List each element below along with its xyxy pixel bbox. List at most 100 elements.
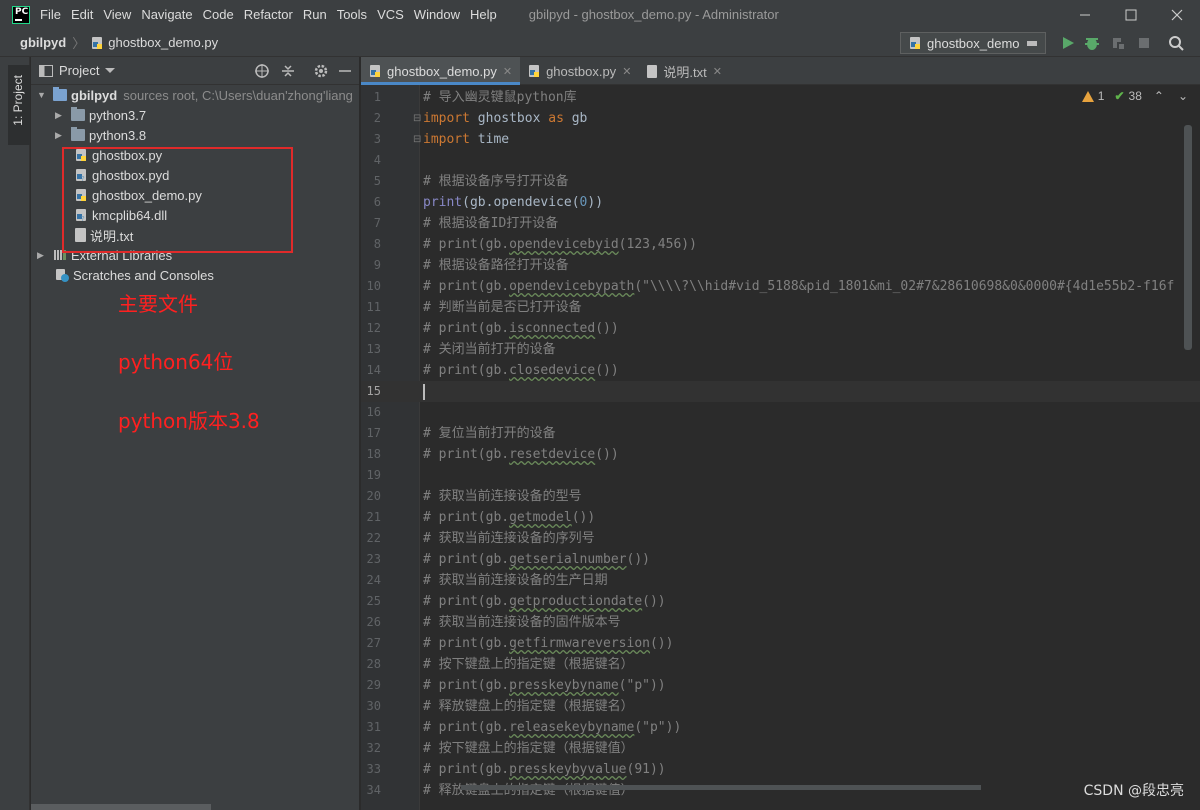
code-line[interactable]: 14 # print(gb.closedevice()) <box>361 360 1200 381</box>
debug-icon[interactable] <box>1084 35 1100 51</box>
hide-panel-icon[interactable] <box>337 63 353 79</box>
code-text <box>423 381 425 402</box>
breadcrumb-file[interactable]: ghostbox_demo.py <box>108 35 218 50</box>
code-line[interactable]: 33 # print(gb.presskeybyvalue(91)) <box>361 759 1200 780</box>
line-number: 3 <box>373 132 381 146</box>
code-line[interactable]: 9 # 根据设备路径打开设备 <box>361 255 1200 276</box>
code-line[interactable]: 4 <box>361 150 1200 171</box>
locate-icon[interactable] <box>254 63 270 79</box>
code-line[interactable]: 24 # 获取当前连接设备的生产日期 <box>361 570 1200 591</box>
menu-tools[interactable]: Tools <box>337 7 367 22</box>
code-line[interactable]: 12 # print(gb.isconnected()) <box>361 318 1200 339</box>
menu-code[interactable]: Code <box>203 7 234 22</box>
code-line[interactable]: 8 # print(gb.opendevicebyid(123,456)) <box>361 234 1200 255</box>
line-number: 28 <box>366 657 381 671</box>
editor-vertical-scrollbar[interactable] <box>1184 125 1192 350</box>
code-text: # 根据设备ID打开设备 <box>423 216 559 231</box>
run-configuration-select[interactable]: ghostbox_demo <box>900 32 1046 54</box>
tree-item-python38[interactable]: ▶ python3.8 <box>55 125 146 145</box>
close-tab-icon[interactable]: ✕ <box>503 65 512 78</box>
code-line[interactable]: 22 # 获取当前连接设备的序列号 <box>361 528 1200 549</box>
code-text: # print(gb.presskeybyvalue(91)) <box>423 762 666 777</box>
stop-icon[interactable] <box>1136 35 1152 51</box>
editor-horizontal-scrollbar[interactable] <box>461 785 981 790</box>
code-line[interactable]: 13 # 关闭当前打开的设备 <box>361 339 1200 360</box>
maximize-button[interactable] <box>1108 0 1154 29</box>
code-line[interactable]: 2 import ghostbox as gb ⊟ <box>361 108 1200 129</box>
inspection-widget[interactable]: 1 ✔ 38 ⌃ ⌄ <box>1081 89 1188 103</box>
minimize-button[interactable] <box>1062 0 1108 29</box>
project-horizontal-scrollbar[interactable] <box>31 804 211 810</box>
line-number: 22 <box>366 531 381 545</box>
line-number: 1 <box>373 90 381 104</box>
menu-refactor[interactable]: Refactor <box>244 7 293 22</box>
tree-item-root[interactable]: ▼ gbilpyd sources root, C:\Users\duan'zh… <box>37 85 353 105</box>
code-editor[interactable]: 1 # 导入幽灵键鼠python库 2 import ghostbox as gb ⊟ 3… <box>361 85 1200 810</box>
code-line[interactable]: 23 # print(gb.getserialnumber()) <box>361 549 1200 570</box>
tree-item-scratches[interactable]: Scratches and Consoles <box>55 265 214 285</box>
chevron-right-icon[interactable]: ▶ <box>55 130 65 141</box>
code-line[interactable]: 15 <box>361 381 1200 402</box>
code-text: # print(gb.isconnected()) <box>423 321 619 336</box>
fold-icon[interactable]: ⊟ <box>413 113 421 124</box>
code-line[interactable]: 5 # 根据设备序号打开设备 <box>361 171 1200 192</box>
close-tab-icon[interactable]: ✕ <box>713 65 722 78</box>
tree-item-python37[interactable]: ▶ python3.7 <box>55 105 146 125</box>
code-line[interactable]: 31 # print(gb.releasekeybyname("p")) <box>361 717 1200 738</box>
run-icon[interactable] <box>1060 35 1076 51</box>
code-line[interactable]: 25 # print(gb.getproductiondate()) <box>361 591 1200 612</box>
collapse-all-icon[interactable] <box>280 63 296 79</box>
code-line[interactable]: 27 # print(gb.getfirmwareversion()) <box>361 633 1200 654</box>
chevron-right-icon[interactable]: ▶ <box>55 110 65 121</box>
menu-run[interactable]: Run <box>303 7 327 22</box>
menu-window[interactable]: Window <box>414 7 460 22</box>
chevron-down-icon[interactable] <box>105 68 116 73</box>
code-line[interactable]: 20 # 获取当前连接设备的型号 <box>361 486 1200 507</box>
menu-file[interactable]: File <box>40 7 61 22</box>
project-tool-tab[interactable]: 1: Project <box>8 65 30 145</box>
code-line[interactable]: 3 import time ⊟ <box>361 129 1200 150</box>
fold-icon[interactable]: ⊟ <box>413 134 421 145</box>
gear-icon[interactable] <box>313 63 329 79</box>
menu-view[interactable]: View <box>103 7 131 22</box>
line-number: 2 <box>373 111 381 125</box>
tab-ghostbox-py[interactable]: ghostbox.py ✕ <box>520 57 639 85</box>
code-line[interactable]: 16 <box>361 402 1200 423</box>
code-line[interactable]: 1 # 导入幽灵键鼠python库 <box>361 87 1200 108</box>
code-line[interactable]: 19 <box>361 465 1200 486</box>
code-line[interactable]: 28 # 按下键盘上的指定键（根据键名） <box>361 654 1200 675</box>
code-line[interactable]: 32 # 按下键盘上的指定键（根据键值） <box>361 738 1200 759</box>
breadcrumb-root[interactable]: gbilpyd <box>20 35 66 50</box>
chevron-down-icon[interactable]: ▼ <box>37 90 47 100</box>
coverage-icon[interactable] <box>1110 35 1126 51</box>
annotation-python-version: python版本3.8 <box>118 409 260 433</box>
chevron-down-icon[interactable]: ⌄ <box>1178 89 1188 103</box>
code-line[interactable]: 21 # print(gb.getmodel()) <box>361 507 1200 528</box>
menu-vcs[interactable]: VCS <box>377 7 404 22</box>
code-line[interactable]: 17 # 复位当前打开的设备 <box>361 423 1200 444</box>
search-icon[interactable] <box>1168 35 1184 51</box>
code-line[interactable]: 18 # print(gb.resetdevice()) <box>361 444 1200 465</box>
code-line[interactable]: 10 # print(gb.opendevicebypath("\\\\?\\hi… <box>361 276 1200 297</box>
close-button[interactable] <box>1154 0 1200 29</box>
window-title: gbilpyd - ghostbox_demo.py - Administrat… <box>528 7 779 22</box>
chevron-right-icon[interactable]: ▶ <box>37 250 47 261</box>
code-line[interactable]: 7 # 根据设备ID打开设备 <box>361 213 1200 234</box>
code-line[interactable]: 11 # 判断当前是否已打开设备 <box>361 297 1200 318</box>
menu-help[interactable]: Help <box>470 7 497 22</box>
chevron-up-icon[interactable]: ⌃ <box>1154 89 1164 103</box>
left-tool-strip: 1: Project <box>0 57 30 810</box>
close-tab-icon[interactable]: ✕ <box>622 65 631 78</box>
tab-readme-txt[interactable]: 说明.txt ✕ <box>639 57 730 85</box>
code-line[interactable]: 34 # 释放键盘上的指定键（根据键值） <box>361 780 1200 801</box>
line-number: 18 <box>366 447 381 461</box>
code-line[interactable]: 29 # print(gb.presskeybyname("p")) <box>361 675 1200 696</box>
line-number: 14 <box>366 363 381 377</box>
tab-ghostbox-demo-py[interactable]: ghostbox_demo.py ✕ <box>361 57 521 85</box>
code-line[interactable]: 6 print(gb.opendevice(0)) <box>361 192 1200 213</box>
project-view-title[interactable]: Project <box>59 63 99 78</box>
menu-edit[interactable]: Edit <box>71 7 93 22</box>
menu-navigate[interactable]: Navigate <box>141 7 192 22</box>
code-line[interactable]: 26 # 获取当前连接设备的固件版本号 <box>361 612 1200 633</box>
code-line[interactable]: 30 # 释放键盘上的指定键（根据键名） <box>361 696 1200 717</box>
